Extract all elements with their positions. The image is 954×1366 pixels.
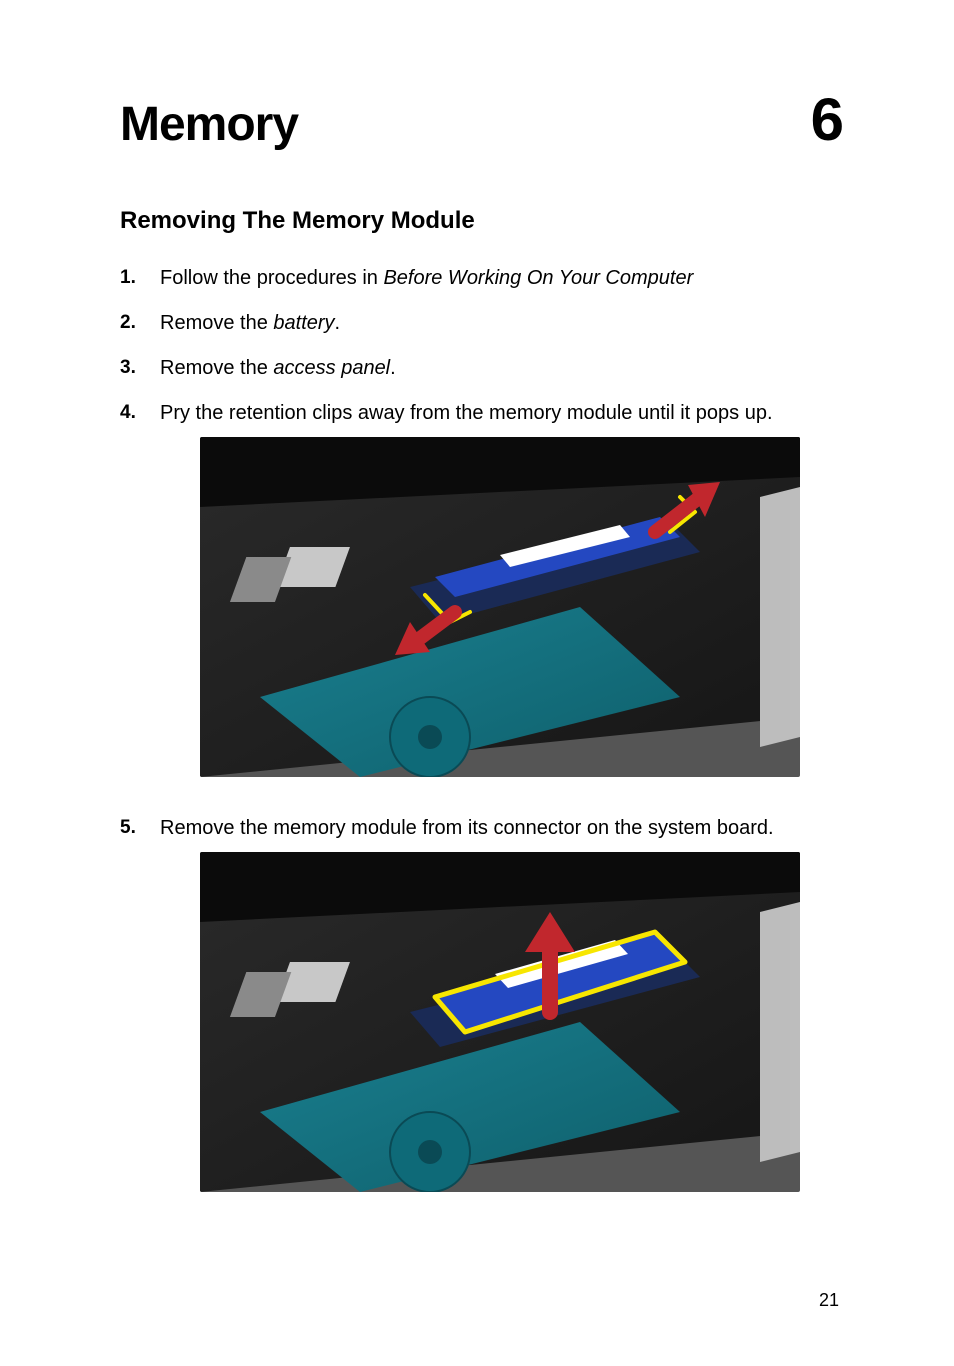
step-text-italic: battery (273, 312, 334, 334)
step-number: 1. (120, 265, 160, 291)
chapter-number: 6 (811, 90, 844, 150)
step-text-suffix: . (335, 312, 341, 334)
step-body: Pry the retention clips away from the me… (160, 400, 844, 797)
step-number: 3. (120, 355, 160, 381)
step-number: 4. (120, 400, 160, 426)
section-title: Removing The Memory Module (120, 207, 844, 235)
step-body: Follow the procedures in Before Working … (160, 265, 844, 292)
step-text-prefix: Follow the procedures in (160, 267, 383, 289)
step-text-prefix: Pry the retention clips away from the me… (160, 402, 773, 424)
step-text-italic: Before Working On Your Computer (383, 267, 693, 289)
page-number: 21 (819, 1290, 839, 1311)
step-text-italic: access panel (273, 357, 390, 379)
step-2: 2. Remove the battery. (120, 310, 844, 337)
step-4: 4. Pry the retention clips away from the… (120, 400, 844, 797)
steps-list: 1. Follow the procedures in Before Worki… (120, 265, 844, 1212)
step-body: Remove the memory module from its connec… (160, 815, 844, 1212)
chapter-header: Memory 6 (120, 95, 844, 152)
step-5: 5. Remove the memory module from its con… (120, 815, 844, 1212)
step-1: 1. Follow the procedures in Before Worki… (120, 265, 844, 292)
figure-memory-remove (200, 852, 800, 1192)
step-number: 2. (120, 310, 160, 336)
step-3: 3. Remove the access panel. (120, 355, 844, 382)
step-text-suffix: . (390, 357, 396, 379)
step-text-prefix: Remove the (160, 312, 273, 334)
chapter-title: Memory (120, 97, 298, 152)
step-body: Remove the access panel. (160, 355, 844, 382)
step-body: Remove the battery. (160, 310, 844, 337)
step-text-prefix: Remove the (160, 357, 273, 379)
figure-memory-clips (200, 437, 800, 777)
step-text-prefix: Remove the memory module from its connec… (160, 817, 774, 839)
page: Memory 6 Removing The Memory Module 1. F… (0, 0, 954, 1366)
step-number: 5. (120, 815, 160, 841)
